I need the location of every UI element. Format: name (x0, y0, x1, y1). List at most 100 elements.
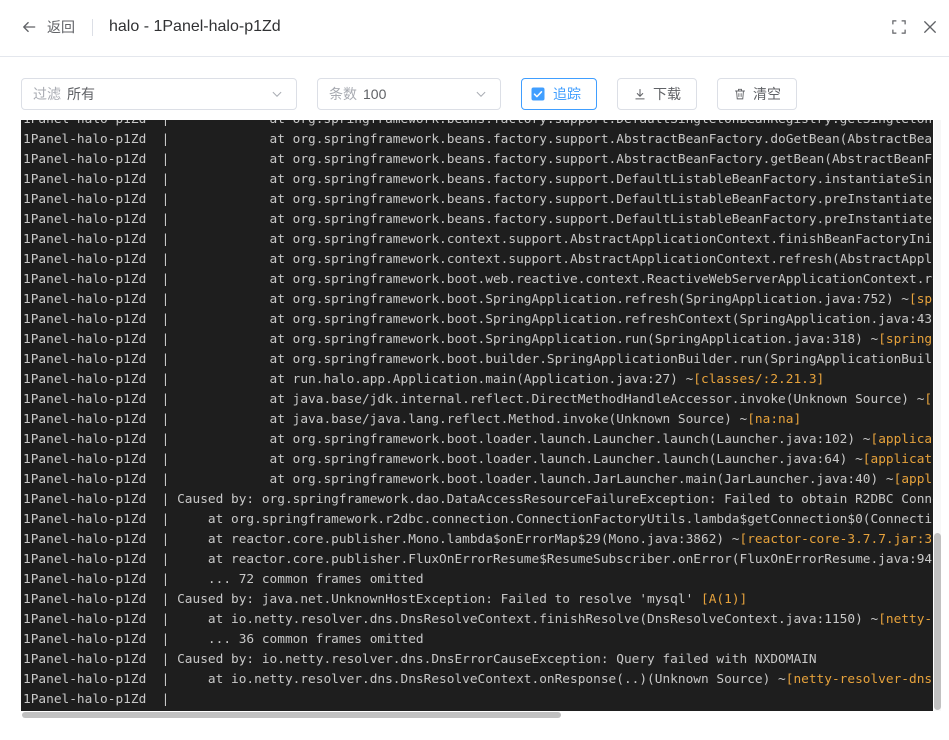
log-line: 1Panel-halo-p1Zd | at org.springframewor… (23, 150, 933, 170)
log-highlight: [ (924, 392, 933, 407)
log-highlight: [applicat (870, 432, 933, 447)
log-line: 1Panel-halo-p1Zd | at org.springframewor… (23, 170, 933, 190)
log-line: 1Panel-halo-p1Zd | at org.springframewor… (23, 310, 933, 330)
close-icon[interactable] (923, 20, 937, 34)
log-text: 1Panel-halo-p1Zd | at io.netty.resolver.… (23, 612, 879, 627)
back-label: 返回 (47, 19, 75, 35)
log-line: 1Panel-halo-p1Zd | at org.springframewor… (23, 350, 933, 370)
log-line: 1Panel-halo-p1Zd | at org.springframewor… (23, 270, 933, 290)
log-text: 1Panel-halo-p1Zd | (23, 692, 170, 707)
follow-toggle-button[interactable]: 追踪 (521, 78, 597, 110)
log-text: 1Panel-halo-p1Zd | at reactor.core.publi… (23, 552, 933, 567)
checkbox-checked-icon[interactable] (531, 87, 545, 101)
log-text: 1Panel-halo-p1Zd | Caused by: io.netty.r… (23, 652, 817, 667)
clear-button[interactable]: 清空 (717, 78, 797, 110)
log-highlight: [classes/:2.21.3] (693, 372, 825, 387)
log-line: 1Panel-halo-p1Zd | at org.springframewor… (23, 190, 933, 210)
log-line: 1Panel-halo-p1Zd | at org.springframewor… (23, 430, 933, 450)
log-content[interactable]: 1Panel-halo-p1Zd | at org.springframewor… (21, 120, 933, 711)
log-text: 1Panel-halo-p1Zd | at org.springframewor… (23, 272, 933, 287)
log-line: 1Panel-halo-p1Zd | ... 36 common frames … (23, 630, 933, 650)
log-text: 1Panel-halo-p1Zd | at org.springframewor… (23, 472, 894, 487)
log-line: 1Panel-halo-p1Zd | at org.springframewor… (23, 510, 933, 530)
log-text: 1Panel-halo-p1Zd | at org.springframewor… (23, 232, 933, 247)
log-line: 1Panel-halo-p1Zd | at io.netty.resolver.… (23, 670, 933, 690)
log-text: 1Panel-halo-p1Zd | at io.netty.resolver.… (23, 672, 786, 687)
log-line: 1Panel-halo-p1Zd | at org.springframewor… (23, 210, 933, 230)
clear-label: 清空 (753, 86, 781, 102)
follow-label: 追踪 (553, 86, 581, 102)
vertical-scrollbar[interactable] (934, 120, 941, 711)
log-text: 1Panel-halo-p1Zd | at org.springframewor… (23, 252, 933, 267)
log-highlight: [A(1)] (701, 592, 748, 607)
fullscreen-icon[interactable] (892, 20, 906, 34)
log-line: 1Panel-halo-p1Zd | at org.springframewor… (23, 290, 933, 310)
log-line: 1Panel-halo-p1Zd | at reactor.core.publi… (23, 530, 933, 550)
log-text: 1Panel-halo-p1Zd | at org.springframewor… (23, 292, 910, 307)
filter-label: 过滤 (33, 86, 61, 102)
log-text: 1Panel-halo-p1Zd | at org.springframewor… (23, 212, 933, 227)
download-label: 下载 (653, 86, 681, 102)
log-text: 1Panel-halo-p1Zd | at org.springframewor… (23, 152, 933, 167)
log-lines: 1Panel-halo-p1Zd | at org.springframewor… (23, 120, 933, 710)
back-button[interactable]: 返回 (20, 15, 75, 39)
trash-icon (734, 88, 746, 100)
log-text: 1Panel-halo-p1Zd | at org.springframewor… (23, 120, 932, 127)
log-text: 1Panel-halo-p1Zd | at org.springframewor… (23, 172, 933, 187)
log-text: 1Panel-halo-p1Zd | at org.springframewor… (23, 512, 933, 527)
log-text: 1Panel-halo-p1Zd | at org.springframewor… (23, 192, 933, 207)
log-text: 1Panel-halo-p1Zd | at org.springframewor… (23, 132, 933, 147)
chevron-down-icon (271, 88, 283, 100)
vertical-scrollbar-thumb[interactable] (934, 533, 941, 710)
horizontal-scrollbar[interactable] (21, 711, 933, 719)
header-divider (92, 19, 93, 36)
log-line: 1Panel-halo-p1Zd | at org.springframewor… (23, 450, 933, 470)
log-text: 1Panel-halo-p1Zd | at run.halo.app.Appli… (23, 372, 694, 387)
horizontal-scrollbar-thumb[interactable] (22, 712, 561, 718)
log-line: 1Panel-halo-p1Zd | at reactor.core.publi… (23, 550, 933, 570)
download-button[interactable]: 下载 (617, 78, 697, 110)
line-count-label: 条数 (329, 86, 357, 102)
log-line: 1Panel-halo-p1Zd | at org.springframewor… (23, 250, 933, 270)
log-highlight: [sp (909, 292, 933, 307)
log-text: 1Panel-halo-p1Zd | ... 36 common frames … (23, 632, 424, 647)
log-text: 1Panel-halo-p1Zd | Caused by: java.net.U… (23, 592, 701, 607)
log-line: 1Panel-halo-p1Zd | Caused by: java.net.U… (23, 590, 933, 610)
log-highlight: [spring (878, 332, 933, 347)
log-text: 1Panel-halo-p1Zd | at org.springframewor… (23, 312, 933, 327)
log-dialog-header: 返回 halo - 1Panel-halo-p1Zd (0, 0, 949, 57)
log-line: 1Panel-halo-p1Zd | ... 72 common frames … (23, 570, 933, 590)
line-count-value: 100 (363, 86, 387, 102)
log-text: 1Panel-halo-p1Zd | at reactor.core.publi… (23, 532, 740, 547)
download-icon (634, 88, 646, 100)
log-line: 1Panel-halo-p1Zd | at java.base/java.lan… (23, 410, 933, 430)
back-arrow-icon (22, 20, 36, 34)
log-text: 1Panel-halo-p1Zd | ... 72 common frames … (23, 572, 424, 587)
log-line: 1Panel-halo-p1Zd | at run.halo.app.Appli… (23, 370, 933, 390)
log-line: 1Panel-halo-p1Zd | at org.springframewor… (23, 330, 933, 350)
log-line: 1Panel-halo-p1Zd | Caused by: org.spring… (23, 490, 933, 510)
log-line: 1Panel-halo-p1Zd | at org.springframewor… (23, 130, 933, 150)
log-highlight: [netty- (878, 612, 933, 627)
log-highlight: [na:na] (747, 412, 802, 427)
log-text: 1Panel-halo-p1Zd | at java.base/jdk.inte… (23, 392, 925, 407)
log-highlight: [applicat (862, 452, 933, 467)
line-count-select[interactable]: 条数 100 (317, 78, 501, 110)
filter-select[interactable]: 过滤 所有 (21, 78, 297, 110)
filter-value: 所有 (67, 86, 95, 102)
log-line: 1Panel-halo-p1Zd | at org.springframewor… (23, 470, 933, 490)
log-text: 1Panel-halo-p1Zd | at org.springframewor… (23, 352, 933, 367)
log-text: 1Panel-halo-p1Zd | Caused by: org.spring… (23, 492, 933, 507)
log-text: 1Panel-halo-p1Zd | at org.springframewor… (23, 432, 871, 447)
log-viewer[interactable]: 1Panel-halo-p1Zd | at org.springframewor… (21, 120, 941, 719)
log-highlight: [netty-resolver-dns (785, 672, 933, 687)
log-highlight: [reactor-core-3.7.7.jar:3 (739, 532, 933, 547)
log-line: 1Panel-halo-p1Zd | (23, 690, 933, 710)
log-line: 1Panel-halo-p1Zd | at io.netty.resolver.… (23, 610, 933, 630)
log-line: 1Panel-halo-p1Zd | at org.springframewor… (23, 120, 933, 130)
log-text: 1Panel-halo-p1Zd | at org.springframewor… (23, 452, 863, 467)
log-line: 1Panel-halo-p1Zd | Caused by: io.netty.r… (23, 650, 933, 670)
log-line: 1Panel-halo-p1Zd | at org.springframewor… (23, 230, 933, 250)
log-text: 1Panel-halo-p1Zd | at java.base/java.lan… (23, 412, 748, 427)
log-line: 1Panel-halo-p1Zd | at java.base/jdk.inte… (23, 390, 933, 410)
